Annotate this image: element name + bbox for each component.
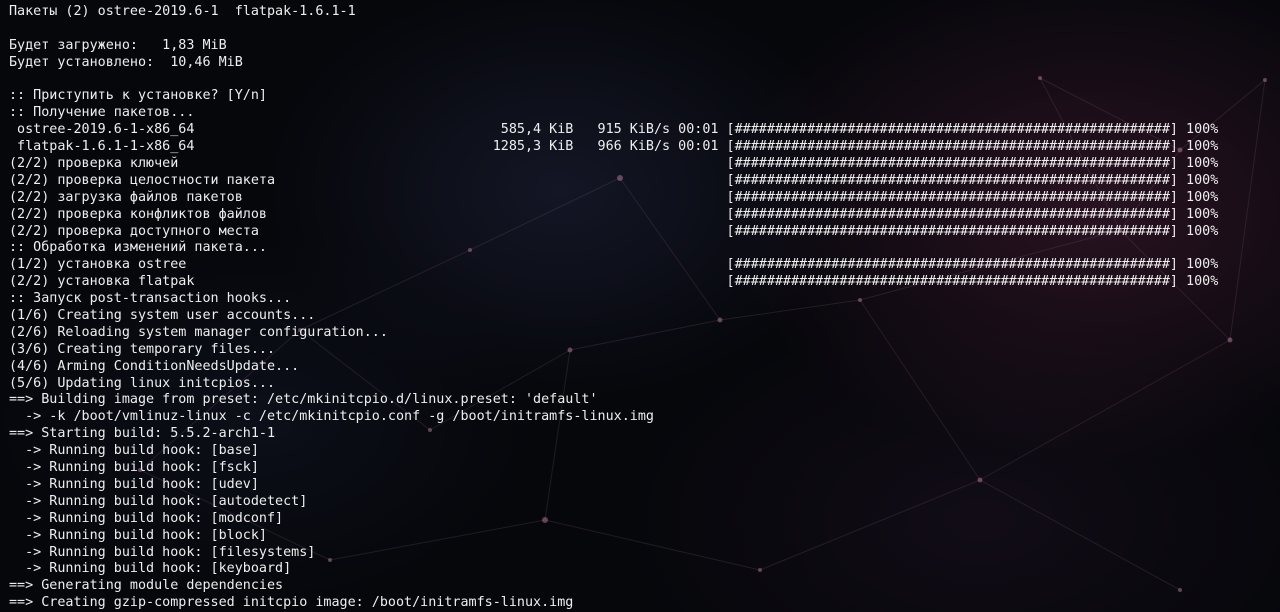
terminal-line: (1/6) Creating system user accounts...	[9, 308, 316, 324]
terminal-line: (2/2) установка flatpak [###############…	[9, 274, 1219, 290]
terminal-line: (2/2) проверка конфликтов файлов [######…	[9, 206, 1219, 222]
terminal-line: :: Получение пакетов...	[9, 105, 195, 121]
terminal-line: -> Running build hook: [fsck]	[9, 460, 259, 476]
terminal-line: (2/2) проверка доступного места [#######…	[9, 223, 1219, 239]
terminal-line: ==> Generating module dependencies	[9, 578, 284, 594]
terminal-line: :: Запуск post-transaction hooks...	[9, 291, 292, 307]
terminal-line: Будет загружено: 1,83 MiB	[9, 37, 227, 53]
terminal-window[interactable]: Пакеты (2) ostree-2019.6-1 flatpak-1.6.1…	[0, 0, 1280, 612]
terminal-line: -> Running build hook: [filesystems]	[9, 544, 316, 560]
terminal-line: (3/6) Creating temporary files...	[9, 341, 276, 357]
terminal-line: ==> Building image from preset: /etc/mki…	[9, 392, 598, 408]
terminal-line: ==> Starting build: 5.5.2-arch1-1	[9, 426, 276, 442]
terminal-line: (2/2) загрузка файлов пакетов [#########…	[9, 189, 1219, 205]
terminal-line: Пакеты (2) ostree-2019.6-1 flatpak-1.6.1…	[9, 4, 356, 19]
terminal-line: -> Running build hook: [keyboard]	[9, 561, 292, 577]
terminal-line: :: Обработка изменений пакета...	[9, 240, 267, 256]
terminal-line: Будет установлено: 10,46 MiB	[9, 54, 243, 70]
terminal-line: (4/6) Arming ConditionNeedsUpdate...	[9, 358, 300, 374]
terminal-line: -> Running build hook: [base]	[9, 443, 259, 459]
terminal-line: -> Running build hook: [autodetect]	[9, 493, 308, 509]
terminal-line: -> Running build hook: [udev]	[9, 476, 259, 492]
terminal-line: (2/6) Reloading system manager configura…	[9, 324, 388, 340]
terminal-line: -> -k /boot/vmlinuz-linux -c /etc/mkinit…	[9, 409, 654, 425]
terminal-line: :: Приступить к установке? [Y/n]	[9, 88, 267, 104]
terminal-line: (5/6) Updating linux initcpios...	[9, 375, 276, 391]
terminal-line: ostree-2019.6-1-x86_64 585,4 KiB 915 KiB…	[9, 122, 1219, 138]
terminal-line: (1/2) установка ostree [################…	[9, 257, 1219, 273]
terminal-line: (2/2) проверка ключей [#################…	[9, 156, 1219, 172]
terminal-line: -> Running build hook: [block]	[9, 527, 267, 543]
terminal-output: Пакеты (2) ostree-2019.6-1 flatpak-1.6.1…	[0, 0, 1280, 612]
terminal-line: flatpak-1.6.1-1-x86_64 1285,3 KiB 966 Ki…	[9, 139, 1219, 155]
terminal-line: ==> Creating gzip-compressed initcpio im…	[9, 595, 574, 611]
terminal-line: (2/2) проверка целостности пакета [#####…	[9, 172, 1219, 188]
terminal-line: -> Running build hook: [modconf]	[9, 510, 284, 526]
